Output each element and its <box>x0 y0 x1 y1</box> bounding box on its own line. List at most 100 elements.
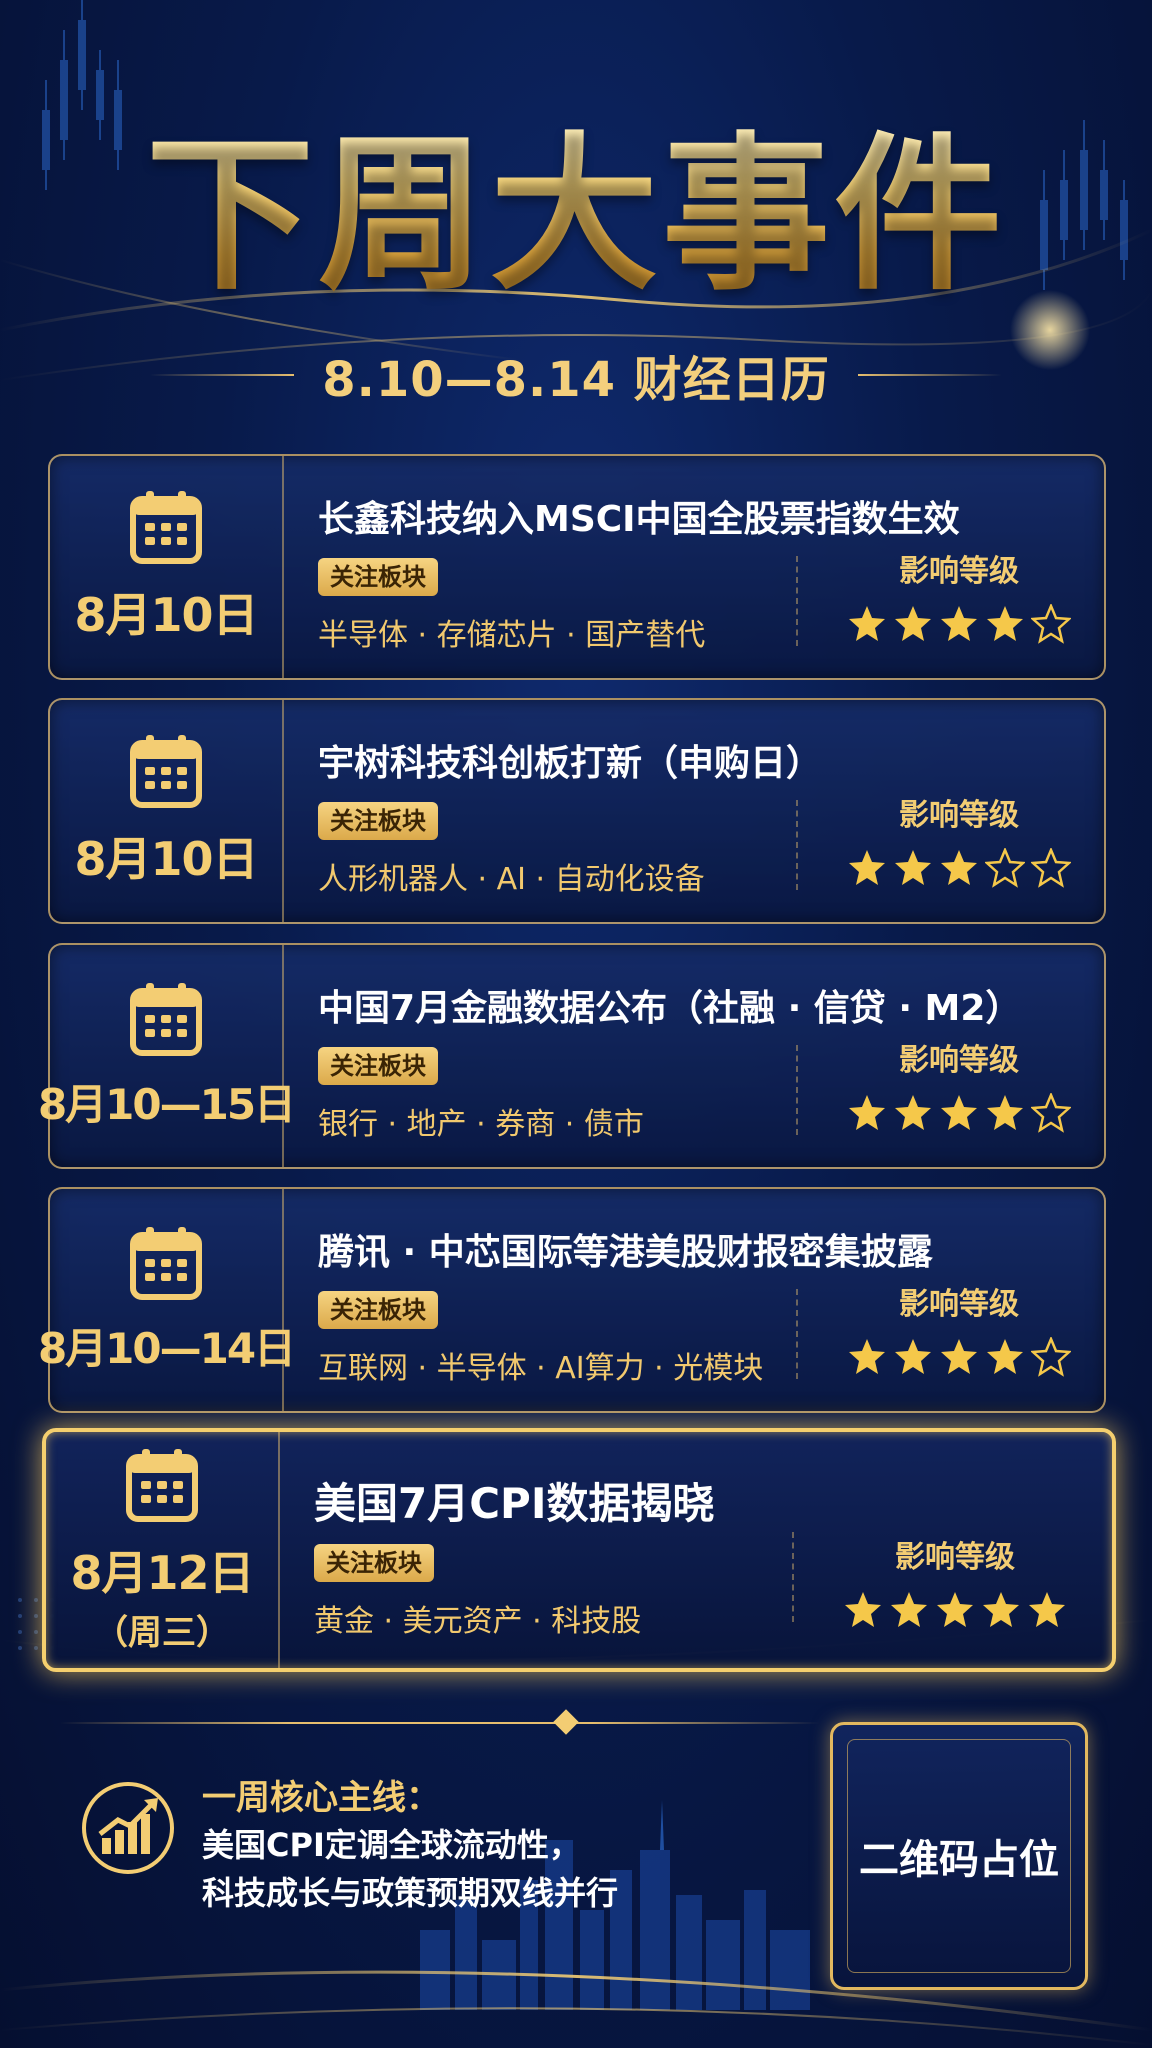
event-title: 长鑫科技纳入MSCI中国全股票指数生效 <box>318 499 960 540</box>
column-divider <box>796 1289 798 1379</box>
event-date-column: 8月10日 <box>50 456 284 678</box>
impact-label: 影响等级 <box>899 554 1019 589</box>
event-card-4: 8月10—14日 腾讯 · 中芯国际等港美股财报密集披露 关注板块 互联网 · … <box>38 1187 1106 1413</box>
impact-label: 影响等级 <box>899 1043 1019 1078</box>
star-filled-icon <box>895 1095 931 1130</box>
impact-rating <box>810 1590 1100 1630</box>
star-filled-icon <box>849 1339 885 1374</box>
calendar-icon <box>130 735 202 808</box>
calendar-icon <box>130 982 202 1056</box>
page-subtitle: 8.10—8.14 财经日历 <box>322 352 830 408</box>
event-title: 腾讯 · 中芯国际等港美股财报密集披露 <box>318 1232 933 1273</box>
event-card-5: 8月12日 （周三） 美国7月CPI数据揭晓 关注板块 黄金 · 美元资产 · … <box>42 1428 1116 1672</box>
qr-code-placeholder: 二维码占位 <box>830 1722 1088 1990</box>
column-divider <box>796 1045 798 1135</box>
impact-label: 影响等级 <box>899 798 1019 833</box>
star-filled-icon <box>941 606 977 641</box>
impact-label: 影响等级 <box>895 1540 1015 1575</box>
impact-block: 影响等级 <box>814 790 1104 888</box>
trend-up-icon <box>82 1782 174 1874</box>
diamond-ornament <box>553 1709 579 1735</box>
sector-tag: 关注板块 <box>318 558 438 596</box>
star-filled-icon <box>941 1095 977 1130</box>
bottom-divider <box>60 1722 820 1724</box>
star-empty-icon <box>1031 1337 1071 1377</box>
star-filled-icon <box>895 606 931 641</box>
core-theme-line-2: 科技成长与政策预期双线并行 <box>202 1874 619 1912</box>
star-filled-icon <box>895 850 931 885</box>
sector-tag: 关注板块 <box>318 1291 438 1329</box>
sector-list: 互联网 · 半导体 · AI算力 · 光模块 <box>318 1351 764 1386</box>
qr-placeholder-label: 二维码占位 <box>859 1837 1059 1883</box>
sector-list: 人形机器人 · AI · 自动化设备 <box>318 862 705 897</box>
impact-label: 影响等级 <box>899 1287 1019 1322</box>
core-theme-line-1: 美国CPI定调全球流动性， <box>202 1826 581 1864</box>
star-filled-icon <box>891 1592 927 1627</box>
event-title: 中国7月金融数据公布（社融 · 信贷 · M2） <box>318 988 1022 1029</box>
star-empty-icon <box>1031 1093 1071 1133</box>
event-card-2: 8月10日 宇树科技科创板打新（申购日） 关注板块 人形机器人 · AI · 自… <box>48 698 1106 924</box>
star-filled-icon <box>895 1339 931 1374</box>
sector-list: 半导体 · 存储芯片 · 国产替代 <box>318 618 706 653</box>
calendar-icon <box>130 1226 202 1300</box>
event-date-column: 8月10日 <box>50 700 284 922</box>
impact-block: 影响等级 <box>814 546 1104 644</box>
star-empty-icon <box>985 848 1025 888</box>
star-filled-icon <box>987 1339 1023 1374</box>
impact-rating <box>814 848 1104 888</box>
event-date: 8月10日 <box>74 588 258 642</box>
star-filled-icon <box>849 1095 885 1130</box>
event-info: 美国7月CPI数据揭晓 关注板块 黄金 · 美元资产 · 科技股 影响等级 <box>280 1432 1112 1668</box>
subtitle-divider-right <box>857 374 1003 376</box>
star-filled-icon <box>1029 1592 1065 1627</box>
impact-rating <box>814 1093 1104 1133</box>
event-date: 8月10—15日 <box>37 1079 296 1129</box>
sector-list: 银行 · 地产 · 券商 · 债市 <box>318 1107 644 1142</box>
qr-code-frame: 二维码占位 <box>847 1739 1071 1973</box>
event-card-3: 8月10—15日 中国7月金融数据公布（社融 · 信贷 · M2） 关注板块 银… <box>38 943 1106 1169</box>
event-date: 8月10—14日 <box>37 1323 296 1373</box>
column-divider <box>792 1532 794 1622</box>
page-title: 下周大事件 <box>0 115 1152 315</box>
event-info: 长鑫科技纳入MSCI中国全股票指数生效 关注板块 半导体 · 存储芯片 · 国产… <box>284 456 1104 678</box>
star-filled-icon <box>849 606 885 641</box>
impact-rating <box>814 604 1104 644</box>
event-info: 宇树科技科创板打新（申购日） 关注板块 人形机器人 · AI · 自动化设备 影… <box>284 700 1104 922</box>
column-divider <box>796 556 798 646</box>
star-filled-icon <box>849 850 885 885</box>
calendar-icon <box>130 491 202 564</box>
event-date-column: 8月10—15日 <box>38 945 296 1167</box>
star-filled-icon <box>941 1339 977 1374</box>
calendar-icon <box>126 1448 198 1522</box>
star-filled-icon <box>987 1095 1023 1130</box>
event-date: 8月10日 <box>74 832 258 886</box>
event-info: 腾讯 · 中芯国际等港美股财报密集披露 关注板块 互联网 · 半导体 · AI算… <box>284 1189 1104 1411</box>
sector-tag: 关注板块 <box>318 802 438 840</box>
impact-block: 影响等级 <box>814 1279 1104 1377</box>
event-title: 美国7月CPI数据揭晓 <box>314 1479 715 1528</box>
subtitle-row: 8.10—8.14 财经日历 <box>150 340 1003 410</box>
event-title: 宇树科技科创板打新（申购日） <box>318 743 823 784</box>
event-info: 中国7月金融数据公布（社融 · 信贷 · M2） 关注板块 银行 · 地产 · … <box>284 945 1104 1167</box>
event-card-1: 8月10日 长鑫科技纳入MSCI中国全股票指数生效 关注板块 半导体 · 存储芯… <box>48 454 1106 680</box>
star-filled-icon <box>941 850 977 885</box>
star-filled-icon <box>937 1592 973 1627</box>
event-date: 8月12日 <box>70 1545 254 1600</box>
sector-tag: 关注板块 <box>314 1544 434 1582</box>
sector-tag: 关注板块 <box>318 1047 438 1085</box>
sector-list: 黄金 · 美元资产 · 科技股 <box>314 1604 642 1639</box>
subtitle-divider-left <box>150 374 295 376</box>
impact-rating <box>814 1337 1104 1377</box>
star-empty-icon <box>1031 848 1071 888</box>
impact-block: 影响等级 <box>814 1035 1104 1133</box>
star-filled-icon <box>987 606 1023 641</box>
column-divider <box>796 800 798 890</box>
event-weekday: （周三） <box>94 1612 230 1653</box>
star-filled-icon <box>983 1592 1019 1627</box>
event-date-column: 8月12日 （周三） <box>46 1432 280 1668</box>
star-filled-icon <box>845 1592 881 1627</box>
impact-block: 影响等级 <box>810 1532 1100 1630</box>
core-theme-title: 一周核心主线： <box>202 1778 440 1818</box>
event-date-column: 8月10—14日 <box>38 1189 296 1411</box>
star-empty-icon <box>1031 604 1071 644</box>
